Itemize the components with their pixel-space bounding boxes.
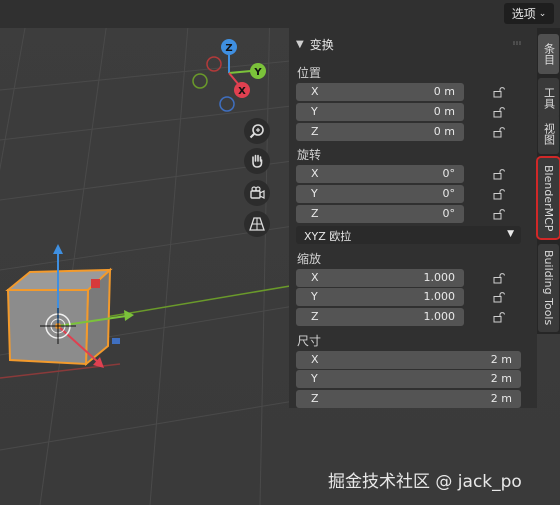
lock-icon[interactable]: [493, 311, 505, 323]
field-value: 0°: [442, 167, 456, 180]
lock-icon[interactable]: [493, 272, 505, 284]
panel-title: 变换: [309, 37, 334, 52]
chevron-down-icon: ▼: [507, 229, 514, 239]
zoom-icon: [249, 124, 264, 139]
axis-label: Y: [311, 290, 318, 303]
watermark: 掘金技术社区 @ jack_po: [328, 472, 522, 492]
scale-x-field[interactable]: X 1.000: [296, 269, 464, 287]
transform-panel-header[interactable]: ▼ 变换: [289, 32, 537, 56]
field-value: 0 m: [433, 125, 455, 138]
axis-label: Z: [311, 310, 319, 323]
dimensions-y-field[interactable]: Y 2 m: [296, 370, 521, 388]
tab-building-tools[interactable]: Building Tools: [538, 244, 559, 332]
axis-label: X: [311, 167, 319, 180]
chevron-down-icon: ▼: [296, 38, 304, 50]
camera-view-button[interactable]: [244, 180, 270, 206]
rotation-label: 旋转: [297, 148, 322, 162]
location-z-field[interactable]: Z 0 m: [296, 123, 464, 141]
scale-label: 缩放: [297, 252, 322, 266]
rotation-mode-value: XYZ 欧拉: [304, 230, 352, 243]
axis-label: Y: [311, 372, 318, 385]
gizmo-z-label: Z: [225, 43, 232, 54]
lock-icon[interactable]: [493, 188, 505, 200]
location-label: 位置: [297, 66, 322, 80]
axis-label: Z: [311, 125, 319, 138]
tab-label: BlenderMCP: [542, 164, 555, 232]
field-value: 2 m: [490, 392, 512, 405]
gizmo-x-label: X: [238, 86, 246, 97]
lock-icon[interactable]: [493, 168, 505, 180]
axis-label: X: [311, 271, 319, 284]
axis-label: Z: [311, 207, 319, 220]
field-value: 1.000: [423, 290, 456, 303]
lock-icon[interactable]: [493, 86, 505, 98]
tab-label: 工具: [542, 87, 556, 109]
tab-label: 视图: [542, 123, 556, 145]
blender-window: Z Y X 选项 ⌄ ▼ 变换 位置 X0 m Y0 m Z0 m 旋转 X0°…: [0, 0, 560, 505]
field-value: 0 m: [433, 85, 455, 98]
field-value: 1.000: [423, 310, 456, 323]
axis-label: Y: [311, 187, 318, 200]
perspective-grid-icon: [249, 217, 265, 231]
tab-label: 条目: [542, 43, 556, 65]
scale-y-field[interactable]: Y 1.000: [296, 288, 464, 306]
rotation-x-field[interactable]: X 0°: [296, 165, 464, 183]
rotation-z-field[interactable]: Z 0°: [296, 205, 464, 223]
sidebar-panel: ▼ 变换 位置 X0 m Y0 m Z0 m 旋转 X 0° Y 0° Z 0° XY…: [289, 28, 537, 408]
tab-item[interactable]: 条目: [538, 34, 559, 74]
pan-button[interactable]: [244, 148, 270, 174]
field-value: 0°: [442, 207, 456, 220]
scale-z-field[interactable]: Z 1.000: [296, 308, 464, 326]
gizmo-y-label: Y: [253, 67, 262, 78]
tab-view[interactable]: 视图: [538, 114, 559, 154]
axis-label: Z: [311, 392, 319, 405]
lock-icon[interactable]: [493, 208, 505, 220]
axis-label: Y: [311, 105, 318, 118]
field-value: 1.000: [423, 271, 456, 284]
tab-tool[interactable]: 工具: [538, 78, 559, 118]
zoom-button[interactable]: [244, 118, 270, 144]
dimensions-x-field[interactable]: X 2 m: [296, 351, 521, 369]
hand-pan-icon: [252, 154, 263, 168]
sidebar-tabs: 条目 工具 视图 BlenderMCP Building Tools: [536, 28, 560, 334]
rotation-y-field[interactable]: Y 0°: [296, 185, 464, 203]
lock-icon[interactable]: [493, 106, 505, 118]
tab-blendermcp[interactable]: BlenderMCP: [536, 156, 560, 240]
viewport-header: 选项 ⌄: [0, 0, 560, 28]
lock-icon[interactable]: [493, 126, 505, 138]
axis-label: X: [311, 353, 319, 366]
field-value: 2 m: [490, 353, 512, 366]
field-value: 0°: [442, 187, 456, 200]
field-value: 0 m: [433, 105, 455, 118]
location-x-field[interactable]: X 0 m: [296, 83, 464, 101]
drag-handle-icon[interactable]: [513, 41, 523, 45]
chevron-down-icon: ⌄: [538, 8, 547, 19]
rotation-mode-dropdown[interactable]: XYZ 欧拉 ▼: [296, 226, 521, 244]
location-y-field[interactable]: Y 0 m: [296, 103, 464, 121]
camera-icon: [250, 186, 265, 199]
options-dropdown[interactable]: 选项 ⌄: [504, 3, 554, 24]
tab-label: Building Tools: [542, 250, 555, 326]
lock-icon[interactable]: [493, 291, 505, 303]
dimensions-z-field[interactable]: Z 2 m: [296, 390, 521, 408]
perspective-toggle-button[interactable]: [244, 211, 270, 237]
dimensions-label: 尺寸: [297, 334, 322, 348]
axis-label: X: [311, 85, 319, 98]
field-value: 2 m: [490, 372, 512, 385]
options-label: 选项: [511, 7, 536, 21]
